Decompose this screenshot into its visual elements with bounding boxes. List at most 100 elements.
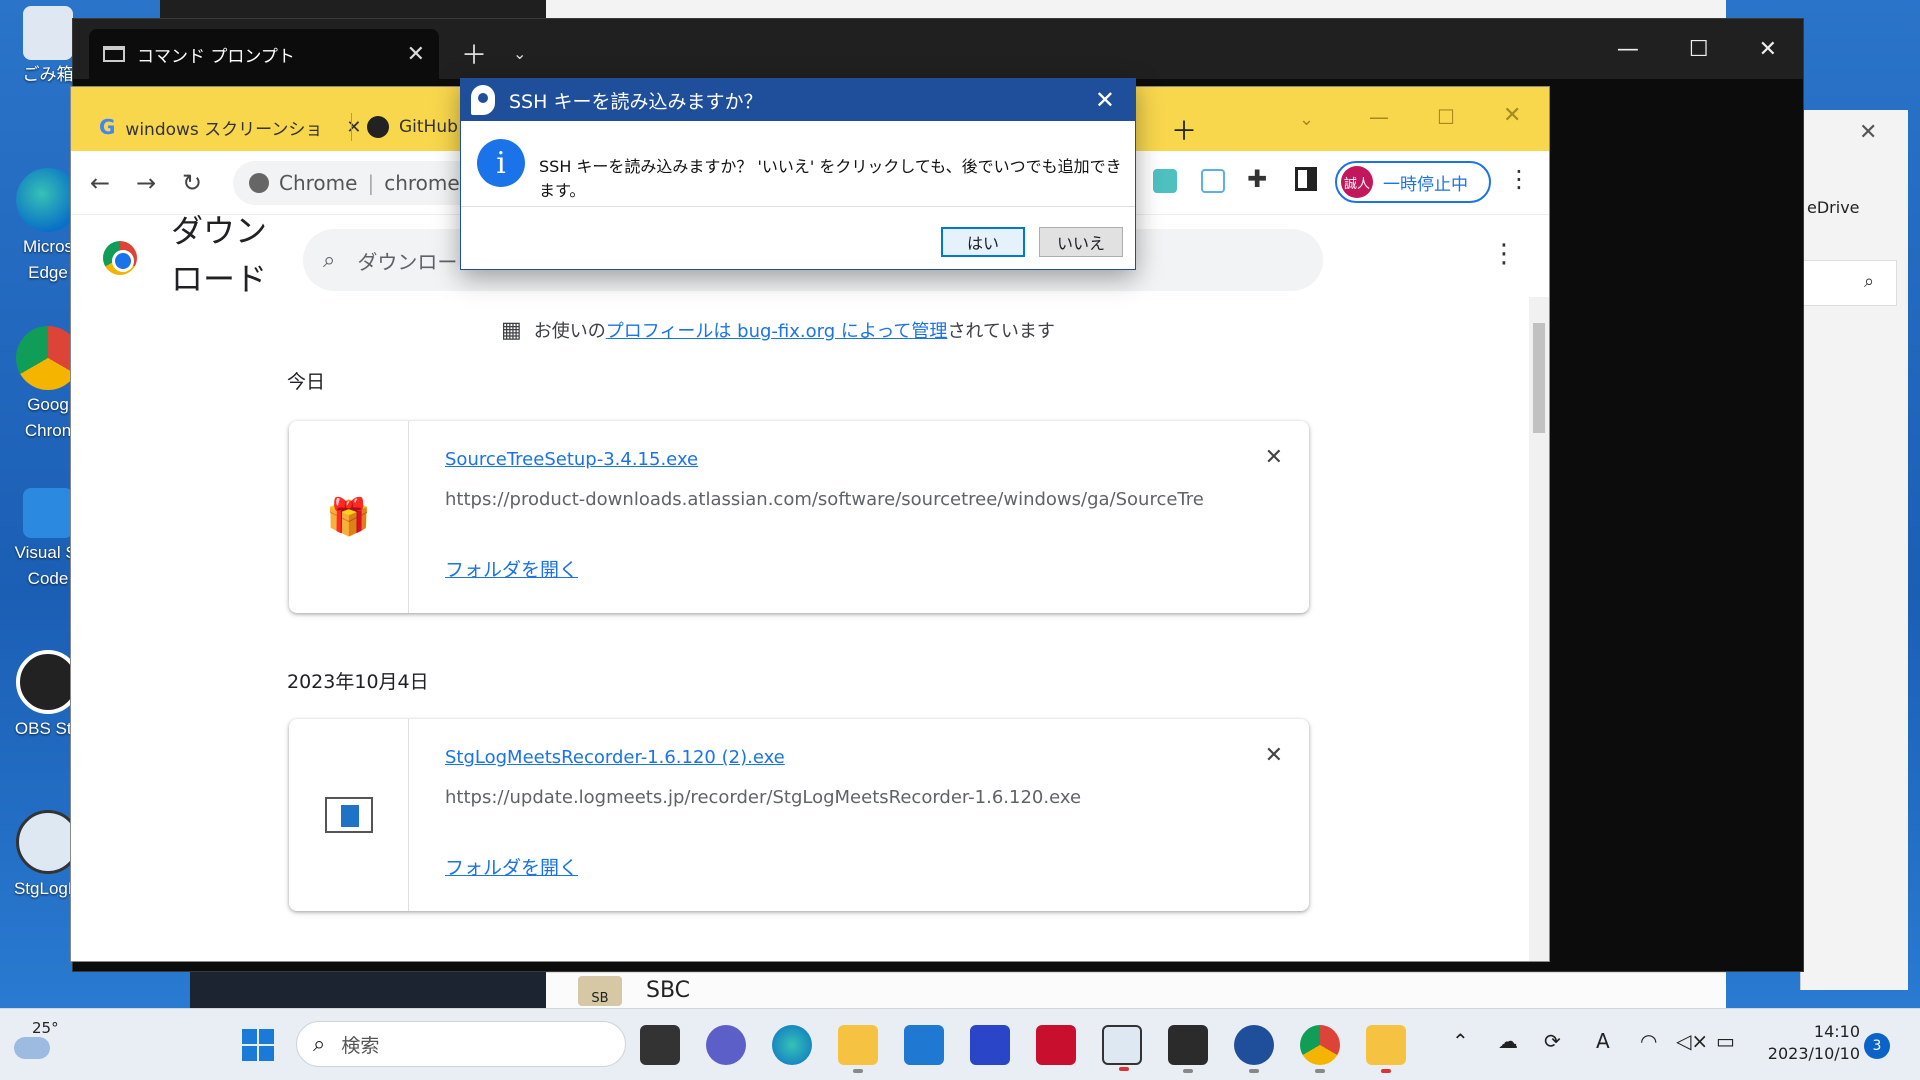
scrollbar[interactable] [1529,297,1549,961]
dialog-title: SSH キーを読み込みますか？ [509,90,763,113]
reload-icon[interactable]: ↻ [169,169,215,197]
back-icon[interactable]: ← [77,169,123,197]
chevron-down-icon[interactable]: ⌄ [1299,109,1314,130]
tab-title: GitHub [399,117,458,137]
store-icon[interactable] [904,1025,944,1065]
close-tab-icon[interactable]: ✕ [346,117,361,138]
running-indicator [1315,1069,1325,1073]
mcafee-icon[interactable] [1036,1025,1076,1065]
page-title-line: ダウン [171,212,268,250]
no-button[interactable]: いいえ [1039,227,1123,257]
avatar: SB [578,975,622,1006]
chrome-icon[interactable] [1300,1025,1340,1073]
taskbar-search[interactable]: ⌕ 検索 [296,1021,626,1067]
running-indicator [1381,1069,1391,1073]
cloud-icon[interactable]: ☁ [1498,1029,1518,1053]
close-icon[interactable]: ✕ [1859,120,1877,145]
more-menu-icon[interactable]: ⋮ [1507,165,1531,193]
dialog-body: i SSH キーを読み込みますか？ 'いいえ' をクリックしても、後でいつでも追… [461,121,1135,207]
chevron-down-icon[interactable]: ⌄ [513,44,526,63]
yes-button[interactable]: はい [941,227,1025,257]
dialog-titlebar: SSH キーを読み込みますか？ ✕ [461,79,1135,121]
list-item-label: SBC [646,978,691,1003]
wifi-icon[interactable]: ◠ [1640,1029,1657,1053]
minimize-button[interactable]: — [1617,37,1639,62]
start-button[interactable] [238,1025,278,1065]
window-app-icon [289,719,409,911]
onedrive-label[interactable]: eDrive [1807,198,1860,217]
chrome-tab[interactable]: G windows スクリーンショ ✕ [99,103,361,151]
volume-muted-icon[interactable]: ◁× [1676,1029,1708,1053]
puzzle-icon[interactable]: ✚ [1247,165,1267,193]
page-title-line: ロード [171,260,268,298]
scrollbar-thumb[interactable] [1533,323,1545,433]
sourcetree-icon[interactable] [1234,1025,1274,1073]
chrome-tab[interactable]: GitHub [367,103,458,151]
search-icon: ⌕ [1864,271,1875,292]
running-indicator [1119,1067,1129,1071]
extension-icon[interactable] [1201,169,1225,193]
cmd-tab-title: コマンド プロンプト [137,46,295,67]
tab-divider [351,113,352,141]
page-title: ダウン ロード [171,207,267,303]
stglog-icon[interactable] [1102,1025,1142,1071]
forward-icon[interactable]: → [123,169,169,197]
teams-icon[interactable] [706,1025,746,1065]
search-icon: ⌕ [323,247,336,273]
battery-icon[interactable]: ▭ [1716,1029,1735,1053]
maximize-button[interactable]: ☐ [1689,37,1709,62]
ime-icon[interactable]: A [1596,1029,1610,1053]
download-url: https://product-downloads.atlassian.com/… [445,489,1205,510]
terminal-icon[interactable] [1168,1025,1208,1073]
sync-icon[interactable]: ⟳ [1544,1029,1561,1053]
task-view-icon[interactable] [640,1025,680,1065]
chrome-icon [249,173,269,193]
onedrive-folder-icon[interactable] [1366,1025,1406,1073]
omnibox-divider: | [367,171,375,195]
download-card: StgLogMeetsRecorder-1.6.120 (2).exe http… [289,719,1309,911]
managed-link[interactable]: プロフィールは bug-fix.org によって管理 [606,321,948,342]
omnibox-url: chrome: [384,171,467,195]
dialog-buttons: はい いいえ [941,227,1123,257]
edge-icon[interactable] [772,1025,812,1065]
building-icon: ▦ [501,317,522,343]
remove-download-icon[interactable]: ✕ [1265,445,1283,470]
close-tab-icon[interactable]: ✕ [407,42,425,67]
close-button[interactable]: ✕ [1759,37,1777,62]
file-explorer-window: ✕ eDrive ⌕ [1800,110,1908,990]
chevron-up-icon[interactable]: ⌃ [1452,1029,1469,1053]
download-filename[interactable]: SourceTreeSetup-3.4.15.exe [445,449,698,470]
github-icon [367,116,389,138]
file-explorer-icon[interactable] [838,1025,878,1073]
close-button[interactable]: ✕ [1503,103,1521,128]
side-panel-icon[interactable] [1295,167,1317,191]
profile-button[interactable]: 誠人 一時停止中 [1335,161,1491,203]
teams-admin-icon[interactable] [970,1025,1010,1065]
minimize-button[interactable]: — [1369,105,1389,129]
clock-date: 2023/10/10 [1767,1044,1860,1063]
remove-download-icon[interactable]: ✕ [1265,743,1283,768]
open-folder-link[interactable]: フォルダを開く [445,853,578,880]
more-menu-icon[interactable]: ⋮ [1491,239,1517,269]
running-indicator [1249,1069,1259,1073]
open-folder-link[interactable]: フォルダを開く [445,555,578,582]
new-tab-button[interactable]: ＋ [1171,111,1197,148]
clock[interactable]: 14:10 2023/10/10 [1760,1021,1860,1065]
running-indicator [853,1069,863,1073]
new-tab-button[interactable]: ＋ [461,35,487,72]
explorer-search[interactable]: ⌕ [1801,260,1897,306]
cmd-tab[interactable]: コマンド プロンプト ✕ [89,29,439,79]
dialog-message: SSH キーを読み込みますか？ 'いいえ' をクリックしても、後でいつでも追加で… [539,157,1122,200]
extension-icon[interactable] [1153,169,1177,193]
tab-title: windows スクリーンショ [125,119,323,140]
download-filename[interactable]: StgLogMeetsRecorder-1.6.120 (2).exe [445,747,785,768]
cmd-titlebar: コマンド プロンプト ✕ ＋ ⌄ — ☐ ✕ [73,19,1803,79]
terminal-icon [103,46,125,62]
sourcetree-icon [471,85,495,115]
windows-icon [242,1029,274,1061]
weather-widget[interactable]: 25° [14,1019,59,1063]
weather-icon [14,1037,50,1059]
maximize-button[interactable]: ☐ [1437,105,1455,129]
close-icon[interactable]: ✕ [1095,86,1115,114]
notification-badge[interactable]: 3 [1864,1033,1890,1059]
